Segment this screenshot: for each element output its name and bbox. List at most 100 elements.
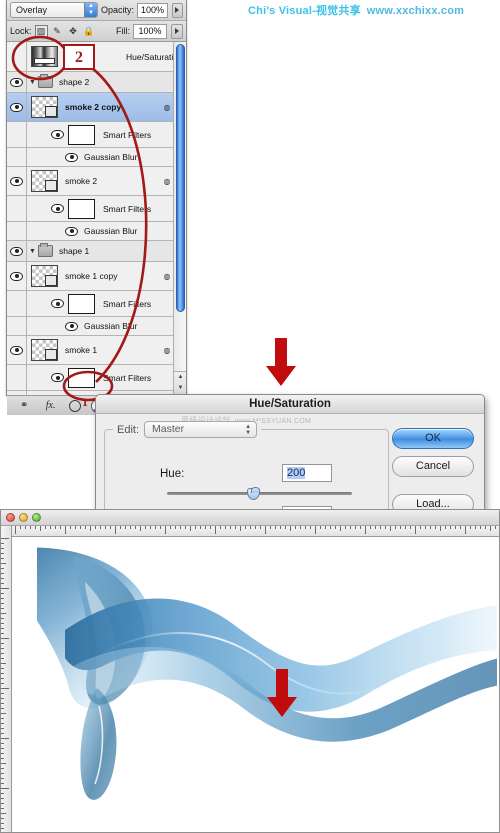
layer-name: smoke 2	[65, 176, 98, 186]
smart-object-badge-icon: ◍	[163, 271, 171, 281]
all-lock-icon[interactable]: 🔒	[83, 25, 96, 38]
chevron-down-icon[interactable]: ▼	[27, 248, 38, 255]
smart-filter-mask-thumbnail[interactable]	[68, 124, 95, 145]
eye-icon[interactable]	[10, 345, 23, 355]
blend-mode-select[interactable]: Overlay ▲ ▼	[10, 2, 98, 18]
filter-row-gaussian-blur[interactable]: Gaussian Blur ⚌	[7, 148, 186, 167]
hue-input[interactable]: 200	[282, 464, 332, 482]
smart-filters-row[interactable]: Smart Filters	[7, 122, 186, 148]
filter-row-gaussian-blur[interactable]: Gaussian Blur ⚌	[7, 222, 186, 241]
site-watermark-header: Chi's Visual-视觉共享 www.xxchixx.com	[248, 2, 464, 18]
layer-row-hue-saturation-1[interactable]: ⛓ Hue/Saturation 1	[7, 42, 186, 72]
site-url: www.xxchixx.com	[366, 5, 465, 17]
visibility-spacer	[7, 196, 27, 221]
move-lock-icon[interactable]: ✥	[67, 25, 80, 38]
annotation-step-1: 1	[82, 395, 88, 409]
red-down-arrow-icon-bottom	[267, 669, 297, 717]
canvas-area[interactable]	[13, 538, 499, 832]
smart-filters-row[interactable]: Smart Filters	[7, 365, 186, 391]
hue-field-row: Hue:	[160, 468, 388, 480]
visibility-toggle[interactable]	[7, 336, 27, 364]
horizontal-ruler	[1, 526, 499, 537]
visibility-spacer	[7, 148, 27, 166]
visibility-toggle[interactable]	[7, 241, 27, 261]
visibility-toggle[interactable]	[7, 72, 27, 92]
folder-icon	[38, 243, 53, 257]
layer-style-fx-icon[interactable]: fx.	[43, 400, 59, 411]
scrollbar-arrows[interactable]: ▲ ▼	[174, 371, 186, 395]
layers-list[interactable]: ⛓ Hue/Saturation 1 ▼ shape 2 smoke 2 cop…	[7, 42, 186, 395]
smart-object-badge-icon: ◍	[163, 176, 171, 186]
smart-object-thumbnail[interactable]	[31, 265, 58, 287]
blend-mode-value: Overlay	[16, 5, 48, 15]
layer-name: shape 1	[59, 246, 90, 256]
visibility-spacer	[7, 122, 27, 147]
eye-icon[interactable]	[51, 299, 64, 308]
smart-filter-mask-thumbnail[interactable]	[68, 198, 95, 219]
opacity-label: Opacity:	[101, 5, 135, 15]
hue-slider-knob[interactable]	[247, 487, 260, 500]
eye-icon[interactable]	[10, 246, 23, 256]
edit-channel-select[interactable]: Master ▲ ▼	[144, 421, 258, 438]
layer-row-shape-2[interactable]: ▼ shape 2	[7, 72, 186, 93]
layer-row-smoke-1[interactable]: smoke 1 ◍ ▲	[7, 336, 186, 365]
eye-icon[interactable]	[51, 373, 64, 382]
annotation-step-2: 2	[63, 44, 95, 70]
smart-filter-mask-thumbnail[interactable]	[68, 367, 95, 388]
adjustment-layer-thumbnail[interactable]	[31, 46, 58, 67]
eye-icon[interactable]	[10, 176, 23, 186]
eye-icon[interactable]	[65, 226, 78, 236]
eye-icon[interactable]	[65, 321, 78, 331]
layers-panel-scrollbar[interactable]: ▲ ▼	[173, 42, 186, 395]
eye-icon[interactable]	[51, 204, 64, 213]
smart-object-thumbnail[interactable]	[31, 339, 58, 361]
layer-row-shape-1[interactable]: ▼ shape 1	[7, 241, 186, 262]
eye-icon[interactable]	[10, 77, 23, 87]
eye-icon[interactable]	[10, 102, 23, 112]
layer-name: smoke 1	[65, 345, 98, 355]
filter-name: Gaussian Blur	[84, 321, 138, 331]
chevron-updown-icon[interactable]: ▲ ▼	[84, 3, 97, 17]
edit-channel-value: Master	[152, 423, 185, 435]
scrollbar-thumb[interactable]	[176, 44, 185, 312]
minimize-window-icon[interactable]	[19, 513, 28, 522]
opacity-input[interactable]: 100%	[137, 2, 168, 18]
opacity-slider-arrow-icon[interactable]	[171, 2, 183, 18]
document-window	[0, 509, 500, 833]
smart-filters-row[interactable]: Smart Filters	[7, 196, 186, 222]
smart-filter-mask-thumbnail[interactable]	[68, 293, 95, 314]
link-layers-icon[interactable]: ⚭	[16, 400, 32, 411]
filter-row-gaussian-blur[interactable]: Gaussian Blur ⚌	[7, 317, 186, 336]
chevron-down-icon[interactable]: ▼	[27, 79, 38, 86]
edit-legend: Edit: Master ▲ ▼	[113, 421, 262, 438]
transparency-lock-icon[interactable]: ▨	[34, 24, 48, 38]
eye-icon[interactable]	[51, 130, 64, 139]
layer-row-smoke-1-copy[interactable]: smoke 1 copy ◍ ▲	[7, 262, 186, 291]
visibility-toggle[interactable]	[7, 93, 27, 121]
close-window-icon[interactable]	[6, 513, 15, 522]
fill-input[interactable]: 100%	[133, 23, 167, 39]
fill-label: Fill:	[116, 26, 130, 36]
visibility-spacer	[7, 291, 27, 316]
zoom-window-icon[interactable]	[32, 513, 41, 522]
layer-name: smoke 1 copy	[65, 271, 118, 281]
eye-icon[interactable]	[10, 271, 23, 281]
ok-button[interactable]: OK	[392, 428, 474, 449]
chevron-updown-icon[interactable]: ▲ ▼	[245, 424, 251, 436]
brush-lock-icon[interactable]: ✎	[51, 25, 64, 38]
smart-object-badge-icon: ◍	[163, 345, 171, 355]
site-brand: Chi's Visual-视觉共享	[248, 5, 361, 17]
eye-icon[interactable]	[65, 152, 78, 162]
visibility-toggle[interactable]	[7, 262, 27, 290]
screenshot-root: Chi's Visual-视觉共享 www.xxchixx.com Overlay…	[0, 0, 500, 833]
cancel-button[interactable]: Cancel	[392, 456, 474, 477]
smart-filters-row[interactable]: Smart Filters	[7, 291, 186, 317]
layer-row-smoke-2-copy[interactable]: smoke 2 copy ◍ ▲	[7, 93, 186, 122]
visibility-toggle[interactable]	[7, 42, 27, 71]
visibility-toggle[interactable]	[7, 167, 27, 195]
fill-slider-arrow-icon[interactable]	[171, 23, 183, 39]
folder-icon	[38, 74, 53, 88]
smart-object-thumbnail[interactable]	[31, 96, 58, 118]
smart-object-thumbnail[interactable]	[31, 170, 58, 192]
layer-row-smoke-2[interactable]: smoke 2 ◍ ▲	[7, 167, 186, 196]
